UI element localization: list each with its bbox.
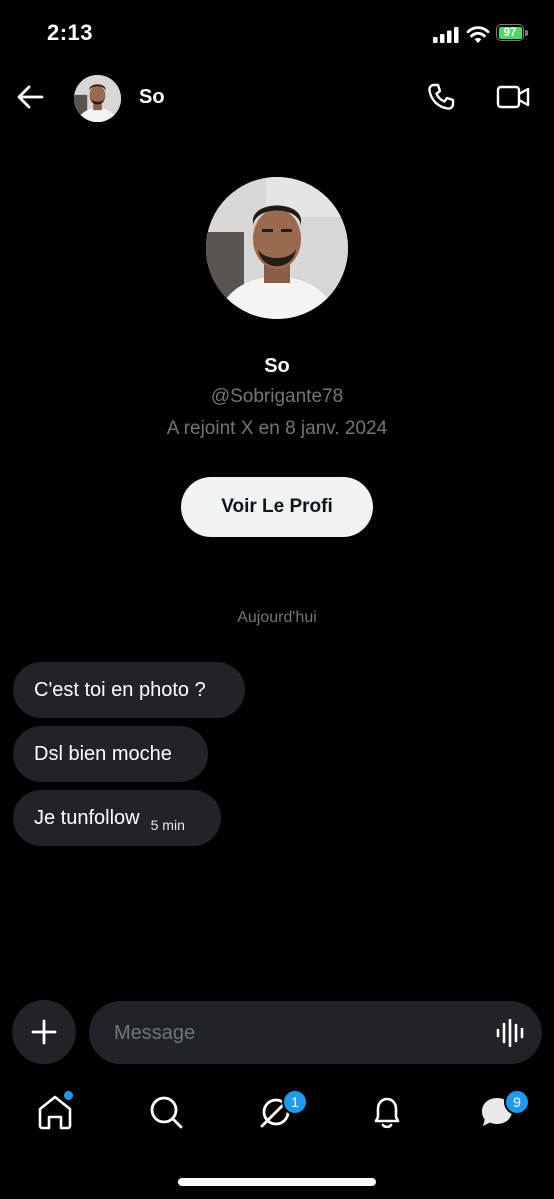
message-composer[interactable] bbox=[89, 1001, 542, 1066]
phone-icon[interactable] bbox=[426, 82, 456, 112]
wifi-icon bbox=[466, 26, 490, 43]
search-icon[interactable] bbox=[146, 1092, 186, 1132]
profile-joined-date: A rejoint X en 8 janv. 2024 bbox=[166, 418, 388, 439]
message-bubble[interactable]: Dsl bien moche bbox=[13, 726, 208, 782]
back-arrow-icon[interactable] bbox=[16, 84, 44, 110]
grok-badge: 1 bbox=[282, 1089, 308, 1115]
profile-avatar[interactable] bbox=[206, 177, 348, 319]
header-name[interactable]: So bbox=[139, 86, 165, 109]
message-timestamp: 5 min bbox=[150, 816, 185, 833]
date-separator: Aujourd'hui bbox=[237, 609, 317, 626]
message-text: Je tunfollow bbox=[34, 806, 140, 829]
message-text: C'est toi en photo ? bbox=[34, 678, 206, 701]
home-notification-dot bbox=[62, 1089, 75, 1102]
message-input[interactable] bbox=[112, 1001, 476, 1066]
signal-icon bbox=[433, 27, 459, 43]
profile-name: So bbox=[264, 355, 290, 377]
battery-icon: 97 bbox=[496, 24, 530, 43]
battery-level: 97 bbox=[498, 26, 522, 39]
status-time: 2:13 bbox=[47, 20, 94, 45]
plus-icon bbox=[31, 1019, 57, 1045]
header-avatar[interactable] bbox=[74, 75, 121, 122]
view-profile-button[interactable]: Voir Le Profi bbox=[181, 477, 373, 537]
profile-handle: @Sobrigante78 bbox=[210, 386, 344, 407]
message-text: Dsl bien moche bbox=[34, 742, 172, 765]
add-attachment-button[interactable] bbox=[12, 1000, 76, 1064]
bell-icon[interactable] bbox=[367, 1092, 407, 1132]
voice-wave-icon[interactable] bbox=[495, 1019, 525, 1047]
video-camera-icon[interactable] bbox=[496, 84, 530, 110]
home-indicator bbox=[178, 1178, 376, 1186]
messages-badge: 9 bbox=[504, 1089, 530, 1115]
message-bubble[interactable]: Je tunfollow 5 min bbox=[13, 790, 221, 846]
message-bubble[interactable]: C'est toi en photo ? bbox=[13, 662, 245, 718]
